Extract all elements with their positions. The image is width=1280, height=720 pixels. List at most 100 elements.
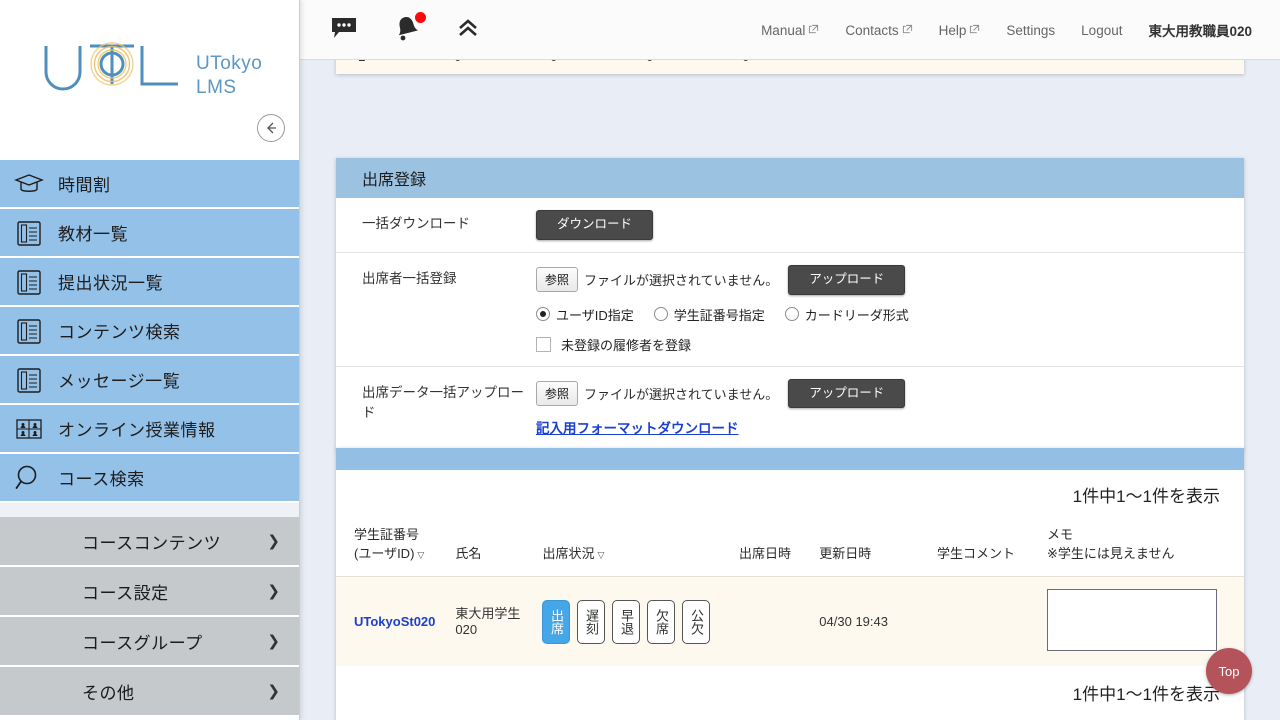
- header-link-label: Manual: [761, 23, 805, 38]
- header-link-settings[interactable]: Settings: [993, 23, 1068, 38]
- bulk-data-upload-row: 出席データ一括アップロード 参照 ファイルが選択されていません。 アップロード …: [336, 367, 1244, 451]
- summary-value-absent: 0: [624, 60, 720, 74]
- sidebar-item-label: 教材一覧: [58, 220, 128, 245]
- sidebar-subitem-label: コース設定: [82, 579, 169, 604]
- sidebar-item-label: コース検索: [58, 465, 145, 490]
- sidebar-item-messages[interactable]: メッセージ一覧: [0, 356, 300, 405]
- attendance-button-group: 出席 遅刻 早退 欠席 公欠: [542, 600, 730, 644]
- cell-student-name: 東大用学生020: [451, 577, 538, 667]
- register-unregistered-checkbox-row[interactable]: 未登録の履修者を登録: [536, 335, 1244, 354]
- attendance-button-late[interactable]: 遅刻: [577, 600, 605, 644]
- cell-attend-datetime: [735, 577, 815, 667]
- sidebar-item-online-class[interactable]: オンライン授業情報: [0, 405, 300, 454]
- cell-attendance-buttons: 出席 遅刻 早退 欠席 公欠: [538, 577, 734, 667]
- radio-option-studentcard[interactable]: 学生証番号指定: [654, 305, 765, 324]
- file-status-text: ファイルが選択されていません。: [584, 270, 778, 289]
- download-button[interactable]: ダウンロード: [536, 210, 653, 240]
- student-attendance-table: 学生証番号 (ユーザID)▽ 氏名 出席状況▽ 出席日時 更新日時 学生コメント…: [336, 507, 1244, 666]
- header-icon-group: [330, 0, 480, 60]
- radio-indicator: [536, 307, 550, 321]
- logo-text-line1: UTokyo: [196, 52, 262, 76]
- chevron-right-icon: ❯: [267, 632, 280, 650]
- sidebar-item-submissions[interactable]: 提出状況一覧: [0, 258, 300, 307]
- column-attend-datetime: 出席日時: [735, 507, 815, 577]
- attendance-button-excused[interactable]: 公欠: [682, 600, 710, 644]
- data-file-input[interactable]: 参照 ファイルが選択されていません。: [536, 381, 778, 406]
- radio-label: 学生証番号指定: [674, 305, 765, 324]
- sort-indicator-icon[interactable]: ▽: [417, 550, 424, 560]
- column-attendance-status[interactable]: 出席状況 ▽: [538, 507, 734, 577]
- upload-button-attendee[interactable]: アップロード: [788, 265, 905, 295]
- column-name: 氏名: [451, 507, 538, 577]
- memo-textarea[interactable]: [1047, 589, 1217, 651]
- clipboard-icon: [0, 268, 58, 296]
- notification-badge: [415, 12, 426, 23]
- update-datetime-value: 04/30 19:43: [819, 614, 888, 629]
- chevron-double-up-icon[interactable]: [456, 17, 480, 44]
- sidebar-subitem-course-group[interactable]: コースグループ ❯: [0, 617, 300, 667]
- section-title: 出席登録: [336, 158, 1244, 198]
- attendance-summary-table: 出席 遅刻 早退 欠席 公欠 1 0 0 0 0: [336, 60, 1244, 74]
- utol-logo-icon: [38, 40, 188, 92]
- sidebar-item-timetable[interactable]: 時間割: [0, 160, 300, 209]
- sidebar-subitem-course-settings[interactable]: コース設定 ❯: [0, 567, 300, 617]
- result-count-bottom: 1件中1〜1件を表示: [336, 666, 1244, 720]
- data-file-line: 参照 ファイルが選択されていません。 アップロード: [536, 379, 1244, 409]
- attendee-file-line: 参照 ファイルが選択されていません。 アップロード: [536, 265, 1244, 295]
- header-link-label: Contacts: [845, 23, 898, 38]
- student-id-link[interactable]: UTokyoSt020: [354, 614, 435, 629]
- sidebar-item-course-search[interactable]: コース検索: [0, 454, 300, 503]
- cell-student-comment: [909, 577, 1043, 667]
- clipboard-icon: [0, 219, 58, 247]
- sidebar-subitem-course-content[interactable]: コースコンテンツ ❯: [0, 517, 300, 567]
- header-link-manual[interactable]: Manual: [748, 23, 832, 38]
- attendance-button-absent[interactable]: 欠席: [647, 600, 675, 644]
- student-name: 東大用学生020: [455, 606, 520, 637]
- summary-value-late: 0: [432, 60, 528, 74]
- header-link-contacts[interactable]: Contacts: [832, 23, 925, 38]
- user-name[interactable]: 東大用教職員020: [1135, 20, 1268, 40]
- cell-update-datetime: 04/30 19:43: [815, 577, 909, 667]
- header-link-help[interactable]: Help: [926, 23, 994, 38]
- column-label: 出席状況: [542, 546, 594, 561]
- header-nav: Manual Contacts Help Settings Logout 東大用…: [748, 0, 1268, 60]
- sidebar-subitem-label: その他: [82, 679, 135, 704]
- message-icon[interactable]: [330, 16, 358, 45]
- sidebar-subitem-other[interactable]: その他 ❯: [0, 667, 300, 717]
- table-row: 1 0 0 0 0: [336, 60, 1244, 74]
- attendance-button-present[interactable]: 出席: [542, 600, 570, 644]
- magnifier-icon: [0, 464, 58, 492]
- sidebar-nav: 時間割 教材一覧: [0, 160, 299, 717]
- bulk-data-upload-label: 出席データ一括アップロード: [336, 367, 536, 451]
- upload-button-data[interactable]: アップロード: [788, 379, 905, 409]
- attendee-file-input[interactable]: 参照 ファイルが選択されていません。: [536, 267, 778, 292]
- sort-indicator-icon[interactable]: ▽: [598, 550, 605, 560]
- checkbox-indicator[interactable]: [536, 337, 551, 352]
- format-download-link[interactable]: 記入用フォーマットダウンロード: [536, 417, 739, 437]
- column-student-id[interactable]: 学生証番号 (ユーザID)▽: [336, 507, 451, 577]
- sidebar-item-content-search[interactable]: コンテンツ検索: [0, 307, 300, 356]
- radio-option-cardreader[interactable]: カードリーダ形式: [785, 305, 909, 324]
- attendee-radio-group: ユーザID指定 学生証番号指定 カードリーダ形式: [536, 305, 1244, 324]
- sidebar-item-label: オンライン授業情報: [58, 416, 216, 441]
- column-label-line1: メモ: [1047, 527, 1073, 542]
- header-link-logout[interactable]: Logout: [1068, 23, 1135, 38]
- logo-text-line2: LMS: [196, 76, 262, 100]
- sidebar-collapse-button[interactable]: [257, 114, 285, 142]
- bulk-attendee-label: 出席者一括登録: [336, 253, 536, 366]
- radio-indicator: [785, 307, 799, 321]
- clipboard-icon: [0, 317, 58, 345]
- radio-option-userid[interactable]: ユーザID指定: [536, 305, 634, 324]
- arrow-left-icon: [263, 120, 279, 136]
- browse-button[interactable]: 参照: [536, 381, 578, 406]
- radio-indicator: [654, 307, 668, 321]
- browse-button[interactable]: 参照: [536, 267, 578, 292]
- brand-logo[interactable]: UTokyo LMS: [0, 0, 299, 100]
- table-header-row: 学生証番号 (ユーザID)▽ 氏名 出席状況▽ 出席日時 更新日時 学生コメント…: [336, 507, 1244, 577]
- online-class-icon: [0, 417, 58, 441]
- scroll-to-top-button[interactable]: Top: [1206, 648, 1252, 694]
- summary-value-present: 1: [336, 60, 432, 74]
- sidebar-item-materials[interactable]: 教材一覧: [0, 209, 300, 258]
- attendance-button-early-leave[interactable]: 早退: [612, 600, 640, 644]
- bell-icon[interactable]: [392, 14, 422, 47]
